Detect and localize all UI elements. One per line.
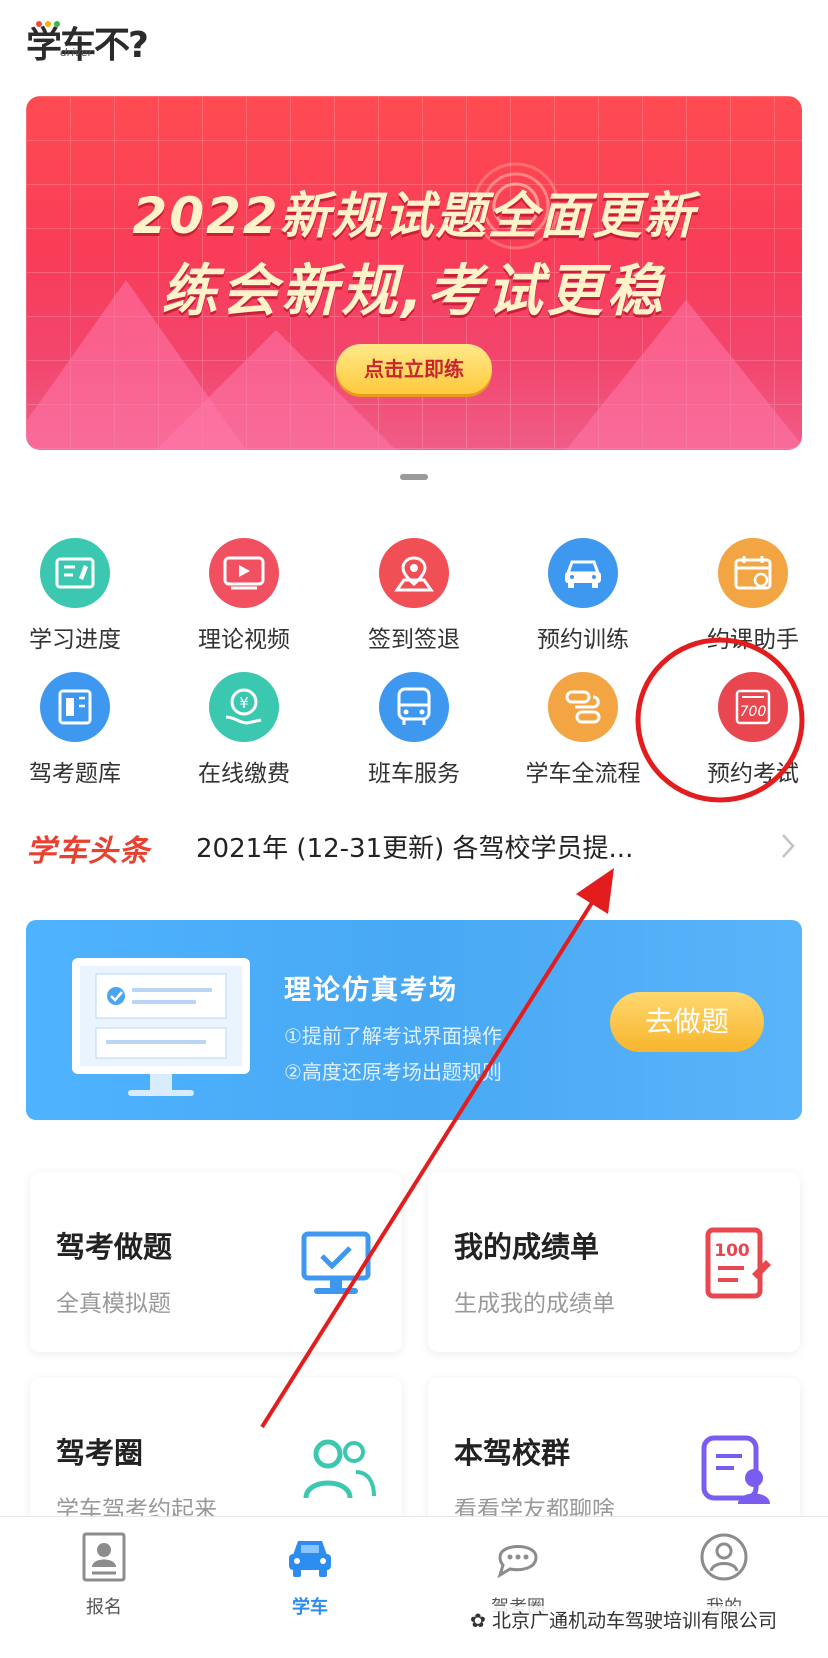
monitor-illustration-icon bbox=[72, 958, 250, 1096]
score-report-icon: 100 bbox=[705, 1227, 771, 1299]
calendar-icon bbox=[718, 538, 788, 608]
car-training-icon bbox=[548, 538, 618, 608]
tab-register[interactable]: 报名 bbox=[34, 1531, 174, 1619]
tab-learn-driving[interactable]: 学车 bbox=[240, 1531, 380, 1619]
watermark-text: 北京广通机动车驾驶培训有限公司 bbox=[491, 1610, 777, 1632]
grid-item-label: 理论视频 bbox=[198, 627, 290, 653]
card-subtitle: 全真模拟题 bbox=[56, 1291, 171, 1317]
banner-subheadline: 练会新规,考试更稳 bbox=[161, 259, 667, 324]
theory-video-icon bbox=[209, 538, 279, 608]
grid-item-book-training[interactable]: 预约训练 bbox=[508, 538, 658, 654]
register-icon bbox=[82, 1532, 126, 1582]
wechat-icon: ✿ bbox=[470, 1610, 492, 1632]
payment-icon: ¥ bbox=[209, 672, 279, 742]
computer-exam-icon bbox=[301, 1231, 371, 1294]
grid-item-label: 预约训练 bbox=[537, 627, 629, 653]
promo-point-1: ①提前了解考试界面操作 bbox=[284, 1024, 502, 1048]
school-group-icon bbox=[701, 1435, 770, 1504]
grid-item-label: 在线缴费 bbox=[198, 761, 290, 787]
banner-pager-indicator bbox=[400, 474, 428, 480]
grid-item-study-progress[interactable]: 学习进度 bbox=[0, 538, 150, 654]
headlines-logo: 学车头条 bbox=[26, 834, 150, 869]
promo-title: 理论仿真考场 bbox=[284, 975, 458, 1006]
grid-item-full-process[interactable]: 学车全流程 bbox=[508, 672, 658, 788]
svg-text:700: 700 bbox=[740, 704, 767, 720]
grid-item-check-in[interactable]: 签到签退 bbox=[339, 538, 489, 654]
grid-item-label: 约课助手 bbox=[707, 627, 799, 653]
bottom-tab-bar: 报名 学车 驾考圈 我的 bbox=[0, 1516, 828, 1658]
practice-now-button[interactable]: 点击立即练 bbox=[336, 344, 492, 394]
app-logo: 学车不? driver bbox=[26, 8, 166, 66]
card-my-scores[interactable]: 我的成绩单 生成我的成绩单 100 bbox=[428, 1172, 800, 1352]
grid-item-label: 班车服务 bbox=[368, 761, 460, 787]
promo-banner[interactable]: 2022新规试题全面更新 练会新规,考试更稳 点击立即练 bbox=[26, 96, 802, 450]
grid-item-shuttle-bus[interactable]: 班车服务 bbox=[339, 672, 489, 788]
grid-item-book-exam[interactable]: 700 预约考试 bbox=[678, 672, 828, 788]
logo-subtext: driver bbox=[60, 46, 93, 59]
community-icon bbox=[303, 1439, 376, 1499]
tab-label: 报名 bbox=[86, 1597, 122, 1618]
grid-item-label: 预约考试 bbox=[707, 761, 799, 787]
tab-label: 学车 bbox=[292, 1597, 328, 1618]
svg-text:100: 100 bbox=[714, 1241, 750, 1261]
check-in-icon bbox=[379, 538, 449, 608]
study-progress-icon bbox=[40, 538, 110, 608]
grid-item-class-assistant[interactable]: 约课助手 bbox=[678, 538, 828, 654]
chat-icon bbox=[497, 1545, 538, 1579]
grid-item-question-bank[interactable]: 驾考题库 bbox=[0, 672, 150, 788]
headline-news-link[interactable]: 2021年 (12-31更新) 各驾校学员提... bbox=[196, 828, 633, 865]
theory-exam-simulator-card[interactable]: 理论仿真考场 ①提前了解考试界面操作 ②高度还原考场出题规则 去做题 bbox=[26, 920, 802, 1120]
grid-item-label: 签到签退 bbox=[368, 627, 460, 653]
logo-text: 学车不? bbox=[26, 25, 149, 66]
annotation-arrow-head bbox=[576, 868, 614, 914]
go-practice-button[interactable]: 去做题 bbox=[610, 992, 764, 1052]
grid-item-label: 学车全流程 bbox=[525, 761, 641, 787]
card-title: 驾考圈 bbox=[56, 1436, 144, 1470]
card-title: 本驾校群 bbox=[454, 1436, 571, 1470]
grid-item-label: 驾考题库 bbox=[29, 761, 121, 787]
promo-point-2: ②高度还原考场出题规则 bbox=[284, 1060, 502, 1084]
svg-text:¥: ¥ bbox=[239, 694, 249, 712]
exam-booking-icon: 700 bbox=[718, 672, 788, 742]
grid-item-theory-video[interactable]: 理论视频 bbox=[169, 538, 319, 654]
profile-icon bbox=[700, 1533, 748, 1581]
banner-headline: 2022新规试题全面更新 bbox=[132, 187, 696, 245]
chevron-right-icon[interactable] bbox=[780, 832, 796, 864]
question-bank-icon bbox=[40, 672, 110, 742]
bus-icon bbox=[379, 672, 449, 742]
wechat-watermark: ✿ 北京广通机动车驾驶培训有限公司 bbox=[470, 1606, 777, 1633]
grid-item-online-payment[interactable]: ¥ 在线缴费 bbox=[169, 672, 319, 788]
card-title: 我的成绩单 bbox=[454, 1230, 600, 1264]
grid-item-label: 学习进度 bbox=[29, 627, 121, 653]
card-title: 驾考做题 bbox=[56, 1230, 173, 1264]
card-subtitle: 生成我的成绩单 bbox=[454, 1291, 615, 1317]
car-icon bbox=[289, 1541, 331, 1577]
card-exam-practice[interactable]: 驾考做题 全真模拟题 bbox=[30, 1172, 402, 1352]
process-icon bbox=[548, 672, 618, 742]
